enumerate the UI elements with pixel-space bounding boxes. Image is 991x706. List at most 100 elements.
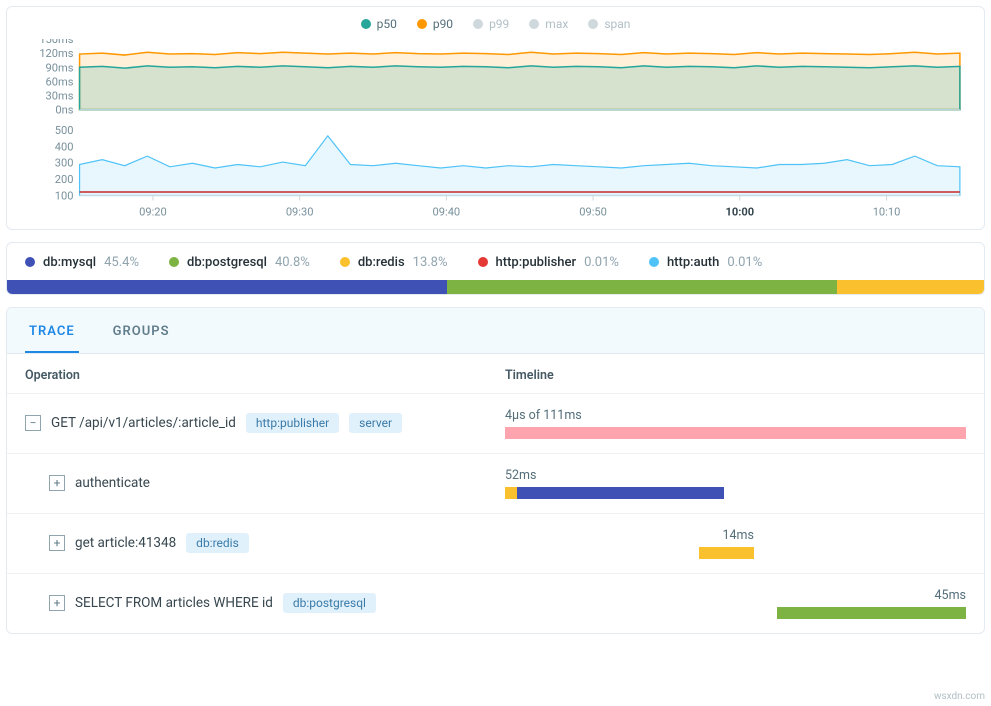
tab-trace[interactable]: TRACE (25, 308, 79, 353)
legend-p99[interactable]: p99 (473, 17, 509, 31)
breakdown-pct: 40.8% (275, 255, 310, 270)
span-bar-segment[interactable] (505, 487, 517, 499)
dot-icon (649, 257, 659, 267)
span-row[interactable]: + authenticate 52ms (7, 453, 984, 513)
span-row[interactable]: +get article:41348db:redis14ms (7, 513, 984, 573)
tag-pill[interactable]: server (349, 413, 402, 433)
trace-card: TRACE GROUPS Operation Timeline −GET /ap… (6, 307, 985, 634)
span-bar-track (505, 607, 966, 619)
span-name: authenticate (75, 475, 150, 491)
expand-icon[interactable]: + (49, 595, 65, 611)
breakdown-segment[interactable] (447, 280, 838, 294)
breakdown-pct: 0.01% (727, 255, 762, 270)
span-bar-track (505, 487, 966, 499)
span-bar-segment[interactable] (699, 547, 754, 559)
breakdown-item[interactable]: http:publisher 0.01% (478, 255, 619, 270)
tag-pill[interactable]: http:publisher (246, 413, 339, 433)
breakdown-item[interactable]: db:postgresql 40.8% (169, 255, 310, 270)
svg-text:09:30: 09:30 (286, 206, 314, 219)
breakdown-name: db:postgresql (187, 255, 267, 270)
breakdown-item[interactable]: db:mysql 45.4% (25, 255, 139, 270)
legend-label: span (604, 17, 630, 31)
span-duration: 45ms (505, 588, 966, 603)
svg-text:120ms: 120ms (39, 47, 73, 60)
column-operation: Operation (25, 368, 505, 383)
span-name: SELECT FROM articles WHERE id (75, 595, 273, 611)
legend-p90[interactable]: p90 (417, 17, 453, 31)
watermark: wsxdn.com (934, 691, 985, 702)
span-operation: −GET /api/v1/articles/:article_id http:pu… (25, 413, 505, 433)
span-rows: −GET /api/v1/articles/:article_id http:pu… (7, 393, 984, 633)
svg-text:100: 100 (55, 190, 74, 203)
span-bar-segment[interactable] (777, 607, 966, 619)
dot-icon (25, 257, 35, 267)
dot-icon (169, 257, 179, 267)
span-operation: +get article:41348db:redis (25, 533, 505, 553)
span-row[interactable]: −GET /api/v1/articles/:article_id http:pu… (7, 393, 984, 453)
svg-text:60ms: 60ms (46, 75, 74, 88)
span-bar-segment[interactable] (517, 487, 724, 499)
svg-text:200: 200 (55, 173, 74, 186)
breakdown-segment[interactable] (7, 280, 447, 294)
svg-text:90ms: 90ms (46, 61, 74, 74)
tag-pill[interactable]: db:postgresql (283, 593, 376, 613)
columns-header: Operation Timeline (7, 354, 984, 393)
latency-chart-card: p50 p90 p99 max span 150ms120ms90ms60ms 3… (6, 6, 985, 230)
legend-max[interactable]: max (529, 17, 568, 31)
svg-text:10:00: 10:00 (726, 206, 755, 219)
expand-icon[interactable]: + (49, 475, 65, 491)
dot-icon (473, 19, 483, 29)
svg-text:150ms: 150ms (39, 39, 73, 46)
span-name: GET /api/v1/articles/:article_id (51, 415, 236, 431)
breakdown-pct: 45.4% (104, 255, 139, 270)
span-timeline: 52ms (505, 468, 966, 499)
legend-label: max (545, 17, 568, 31)
breakdown-name: http:auth (667, 255, 719, 270)
latency-charts-svg[interactable]: 150ms120ms90ms60ms30ms0ns 50040030020010… (21, 39, 970, 221)
legend-label: p90 (433, 17, 453, 31)
breakdown-item[interactable]: db:redis 13.8% (340, 255, 448, 270)
chart-legend: p50 p90 p99 max span (21, 17, 970, 31)
tag-pill[interactable]: db:redis (186, 533, 249, 553)
span-duration: 14ms (505, 528, 966, 543)
span-operation: + SELECT FROM articles WHERE id db:postgre… (25, 593, 505, 613)
breakdown-item[interactable]: http:auth 0.01% (649, 255, 762, 270)
span-bar-track (505, 427, 966, 439)
dot-icon (340, 257, 350, 267)
legend-span[interactable]: span (588, 17, 630, 31)
dot-icon (529, 19, 539, 29)
service-breakdown-card: db:mysql 45.4% db:postgresql 40.8% db:redi… (6, 242, 985, 295)
svg-text:09:20: 09:20 (139, 206, 167, 219)
span-duration: 4µs of 111ms (505, 408, 966, 423)
dot-icon (588, 19, 598, 29)
svg-text:09:40: 09:40 (433, 206, 461, 219)
breakdown-bar[interactable] (7, 280, 984, 294)
charts-wrapper: 150ms120ms90ms60ms30ms0ns 50040030020010… (21, 39, 970, 221)
breakdown-segment[interactable] (837, 280, 984, 294)
dot-icon (478, 257, 488, 267)
breakdown-name: http:publisher (496, 255, 577, 270)
span-timeline: 4µs of 111ms (505, 408, 966, 439)
span-row[interactable]: + SELECT FROM articles WHERE id db:postgre… (7, 573, 984, 633)
breakdown-name: db:redis (358, 255, 405, 270)
column-timeline: Timeline (505, 368, 966, 383)
span-duration: 52ms (505, 468, 966, 483)
legend-label: p99 (489, 17, 509, 31)
svg-text:10:10: 10:10 (873, 206, 901, 219)
breakdown-pct: 13.8% (413, 255, 448, 270)
svg-text:500: 500 (55, 124, 74, 137)
svg-text:400: 400 (55, 140, 74, 153)
svg-text:09:50: 09:50 (579, 206, 607, 219)
breakdown-pct: 0.01% (584, 255, 619, 270)
span-operation: + authenticate (25, 475, 505, 491)
legend-label: p50 (377, 17, 397, 31)
svg-text:300: 300 (55, 157, 74, 170)
legend-p50[interactable]: p50 (361, 17, 397, 31)
expand-icon[interactable]: + (49, 535, 65, 551)
span-bar-segment[interactable] (505, 427, 966, 439)
span-timeline: 45ms (505, 588, 966, 619)
tab-groups[interactable]: GROUPS (109, 308, 174, 353)
collapse-icon[interactable]: − (25, 415, 41, 431)
span-timeline: 14ms (505, 528, 966, 559)
svg-text:30ms: 30ms (46, 90, 74, 103)
